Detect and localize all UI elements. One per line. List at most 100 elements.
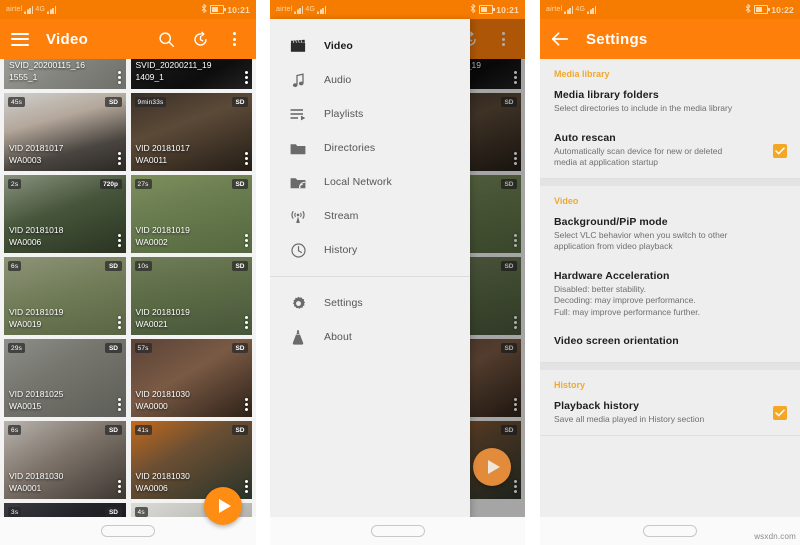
settings-pref-title: Playback history	[554, 400, 640, 412]
settings-pref-checkbox[interactable]	[773, 143, 787, 158]
vlc-cone-icon	[288, 327, 308, 347]
settings-pref-summary: Select directories to include in the med…	[554, 103, 733, 113]
video-tile-menu-button[interactable]	[118, 398, 122, 411]
screenshot-root: airtel 4G 10:21 Video SVID_20200115_16 1…	[0, 0, 800, 545]
video-title: VID 20181019WA0021	[135, 307, 190, 329]
video-tile-menu-button[interactable]	[118, 234, 122, 247]
video-tile[interactable]: 27s SD VID 20181019WA0002	[130, 175, 252, 253]
network-type-label: 4G	[575, 6, 586, 13]
status-bar-left: airtel 4G	[6, 5, 57, 14]
clock-label: 10:22	[771, 4, 794, 15]
settings-section-divider	[540, 434, 800, 436]
video-tile-menu-button[interactable]	[118, 71, 122, 84]
video-duration-badge: 3s	[8, 507, 22, 517]
video-tile[interactable]: 45s SD VID 20181017WA0003	[4, 93, 126, 171]
video-tile-menu-button[interactable]	[244, 316, 248, 329]
video-tile[interactable]: 6s SD VID 20181030WA0001	[4, 421, 126, 499]
video-tile[interactable]: 9min33s SD VID 20181017WA0011	[130, 93, 252, 171]
video-tile-menu-button[interactable]	[244, 480, 248, 493]
video-tile[interactable]: 29s SD VID 20181025WA0015	[4, 339, 126, 417]
watermark: wsxdn.com	[754, 532, 796, 541]
video-tile[interactable]: 41s SD VID 20181030WA0006	[130, 421, 252, 499]
gear-icon	[288, 293, 308, 313]
settings-pref-title: Auto rescan	[554, 131, 616, 144]
drawer-items-secondary: Settings About	[270, 286, 470, 354]
settings-pref-video-screen-orientation[interactable]: Video screen orientation	[540, 327, 800, 362]
settings-pref-background-pip-mode[interactable]: Background/PiP mode Select VLC behavior w…	[540, 208, 800, 262]
video-tile[interactable]: 6s SD VID 20181019WA0019	[4, 257, 126, 335]
clock-label: 10:21	[227, 4, 250, 15]
check-icon	[775, 409, 785, 417]
network-folder-icon	[288, 172, 308, 192]
clock-label: 10:21	[496, 4, 519, 15]
video-tile-menu-button[interactable]	[244, 398, 248, 411]
drawer-item-audio[interactable]: Audio	[270, 63, 470, 97]
music-note-icon	[288, 70, 308, 90]
settings-pref-checkbox[interactable]	[773, 406, 787, 421]
drawer-item-video[interactable]: Video	[270, 29, 470, 63]
overflow-menu-icon	[232, 32, 236, 46]
settings-pref-auto-rescan[interactable]: Auto rescan Automatically scan device for…	[540, 124, 800, 178]
settings-pref-title: Background/PiP mode	[554, 215, 668, 228]
signal-icon	[294, 5, 304, 14]
status-bar-right-settings: 10:22	[745, 3, 794, 15]
settings-list[interactable]: Media library Media library folders Select…	[540, 59, 800, 545]
video-quality-badge: SD	[105, 97, 122, 107]
overflow-menu-button[interactable]	[224, 29, 244, 49]
play-fab-button-behind[interactable]	[473, 448, 511, 486]
drawer-item-history[interactable]: History	[270, 233, 470, 267]
video-tile[interactable]: 10s SD VID 20181019WA0021	[130, 257, 252, 335]
video-tile-menu-button[interactable]	[244, 152, 248, 165]
video-quality-badge: SD	[231, 343, 248, 353]
settings-pref-hardware-acceleration[interactable]: Hardware Acceleration Disabled: better st…	[540, 262, 800, 328]
video-tile[interactable]: 2s 720p VID 20181018WA0006	[4, 175, 126, 253]
drawer-item-directories[interactable]: Directories	[270, 131, 470, 165]
video-duration-badge: 6s	[8, 425, 22, 435]
battery-icon	[479, 5, 495, 14]
video-quality-badge: SD	[105, 343, 122, 353]
stream-antenna-icon	[288, 206, 308, 226]
drawer-item-settings[interactable]: Settings	[270, 286, 470, 320]
folder-icon	[288, 138, 308, 158]
video-tile-menu-button[interactable]	[118, 316, 122, 329]
video-quality-badge: SD	[231, 97, 248, 107]
play-fab-button[interactable]	[204, 487, 242, 525]
drawer-item-playlists[interactable]: Playlists	[270, 97, 470, 131]
drawer-item-label: Audio	[324, 74, 352, 86]
video-quality-badge: SD	[231, 261, 248, 271]
video-duration-badge: 6s	[8, 261, 22, 271]
video-tile-menu-button[interactable]	[244, 71, 248, 84]
back-button[interactable]	[550, 29, 570, 49]
gesture-pill[interactable]	[643, 525, 697, 537]
settings-pref-playback-history[interactable]: Playback history Save all media played in…	[540, 392, 800, 435]
settings-pref-media-library-folders[interactable]: Media library folders Select directories …	[540, 81, 800, 124]
video-grid-container[interactable]: SVID_20200115_16 1555_1 SVID_20200211_19 14…	[0, 59, 256, 545]
video-title: VID 20181018WA0006	[9, 225, 64, 247]
status-bar-right: 10:21	[201, 3, 250, 15]
history-sort-icon	[193, 31, 207, 46]
video-title: VID 20181019WA0002	[135, 225, 190, 247]
search-button[interactable]	[156, 29, 176, 49]
system-nav-bar-drawer	[270, 517, 525, 545]
video-tile[interactable]: 57s SD VID 20181030WA0000	[130, 339, 252, 417]
drawer-item-local-network[interactable]: Local Network	[270, 165, 470, 199]
video-title: VID 20181030WA0001	[9, 471, 64, 493]
settings-section-gap	[540, 363, 800, 370]
signal-icon-2	[587, 5, 597, 14]
signal-icon	[564, 5, 574, 14]
video-quality-badge: SD	[105, 507, 122, 517]
video-tile[interactable]: SVID_20200211_191409_1	[130, 59, 252, 89]
sort-history-button[interactable]	[190, 29, 210, 49]
video-tile-menu-button[interactable]	[118, 152, 122, 165]
drawer-item-stream[interactable]: Stream	[270, 199, 470, 233]
video-title: VID 20181030WA0000	[135, 389, 190, 411]
video-tile[interactable]: SVID_20200115_161555_1	[4, 59, 126, 89]
video-tile-menu-button[interactable]	[244, 234, 248, 247]
drawer-item-about[interactable]: About	[270, 320, 470, 354]
carrier-label: airtel	[276, 6, 293, 13]
gesture-pill[interactable]	[370, 525, 425, 537]
gesture-pill[interactable]	[101, 525, 155, 537]
hamburger-menu-button[interactable]	[10, 29, 30, 49]
page-title-settings: Settings	[586, 30, 648, 48]
video-tile-menu-button[interactable]	[118, 480, 122, 493]
